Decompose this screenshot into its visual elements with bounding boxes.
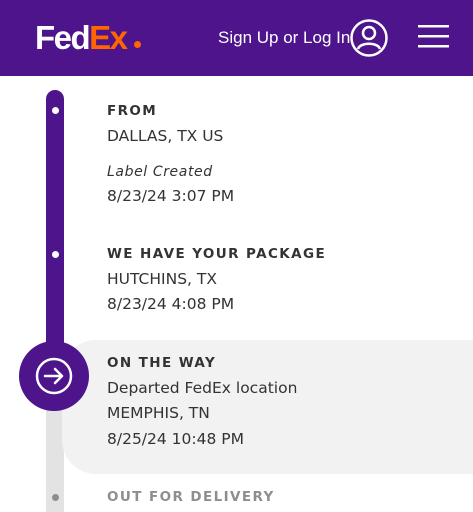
step-note: Label Created [107,164,213,180]
logo-ex-text: Ex [89,19,128,56]
logo-dot [134,41,141,48]
sign-in-link[interactable]: Sign Up or Log In [218,27,350,49]
timeline-dot-out-for-delivery [51,493,59,501]
step-timestamp: 8/25/24 10:48 PM [107,430,244,448]
timeline-dot-from [51,106,59,114]
step-timestamp: 8/23/24 4:08 PM [107,295,235,313]
step-location: HUTCHINS, TX [107,270,217,288]
step-title: ON THE WAY [107,355,217,371]
step-title: OUT FOR DELIVERY [107,489,275,505]
step-location: DALLAS, TX US [107,127,224,145]
timeline-dot-picked-up [51,250,59,258]
logo-fed-text: Fed [35,19,91,56]
step-title: FROM [107,103,158,119]
fedex-logo[interactable]: FedEx [35,19,141,56]
step-status: Departed FedEx location [107,379,298,397]
user-circle-icon[interactable] [349,18,389,58]
step-title: WE HAVE YOUR PACKAGE [107,246,327,262]
step-timestamp: 8/23/24 3:07 PM [107,187,235,205]
arrow-right-circle-icon [35,357,73,395]
step-location: MEMPHIS, TN [107,404,210,422]
hamburger-menu-icon[interactable] [418,24,449,48]
site-header: FedEx Sign Up or Log In [0,0,473,76]
timeline-rail-complete [46,90,64,360]
current-step-marker [19,341,89,411]
